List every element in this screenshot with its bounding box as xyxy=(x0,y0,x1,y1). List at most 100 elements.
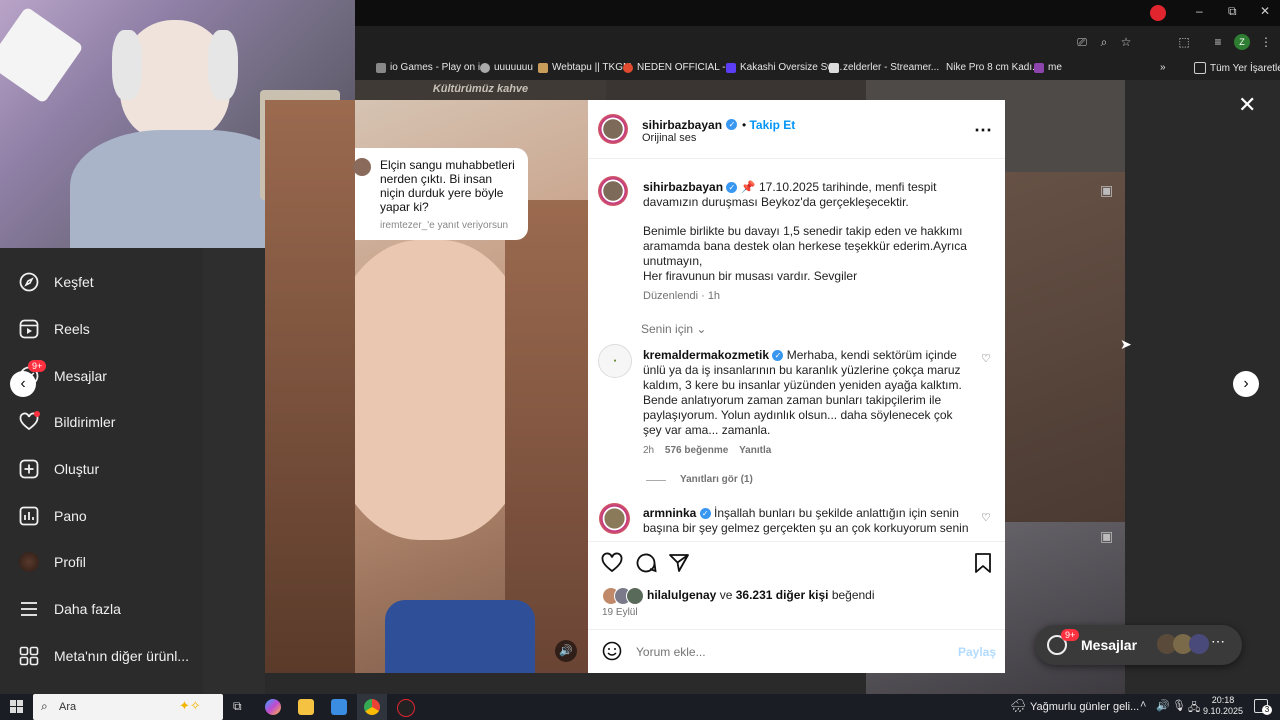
caption-avatar[interactable] xyxy=(598,176,628,206)
comment-icon[interactable] xyxy=(635,552,657,579)
likes-count[interactable]: 36.231 diğer kişi xyxy=(736,588,829,602)
comment-text: armninka ✓ İnşallah bunları bu şekilde a… xyxy=(643,506,973,542)
profile-avatar[interactable]: Z xyxy=(1234,34,1250,50)
comment-author[interactable]: kremaldermakozmetik xyxy=(643,348,769,362)
bookmark-item[interactable]: io Games - Play on i... xyxy=(376,62,488,73)
save-icon[interactable] xyxy=(973,552,993,579)
sidebar-item-notifications[interactable]: Bildirimler xyxy=(18,411,115,433)
mute-icon[interactable]: 🔊 xyxy=(555,640,577,662)
divider xyxy=(588,629,1005,630)
microphone xyxy=(0,6,84,104)
prev-post-button[interactable]: ‹ xyxy=(10,371,36,397)
sidebar-item-label: Bildirimler xyxy=(54,414,116,430)
bookmark-item[interactable]: Webtapu || TKGM xyxy=(538,62,631,73)
comment-author[interactable]: armninka xyxy=(643,506,696,520)
reels-icon xyxy=(18,318,40,340)
post-comment-button[interactable]: Paylaş xyxy=(958,645,996,659)
verified-icon: ✓ xyxy=(726,119,738,131)
likes-and: ve xyxy=(719,588,733,602)
copilot-icon[interactable] xyxy=(265,699,281,715)
folder-icon xyxy=(1194,62,1206,74)
clock[interactable]: 20:18 9.10.2025 xyxy=(1202,695,1244,717)
minimize-icon[interactable]: – xyxy=(1196,4,1203,18)
likes-user[interactable]: hilalulgenay xyxy=(647,588,716,602)
extensions-icon[interactable]: ⬚ xyxy=(1176,34,1192,50)
bookmark-favicon-icon xyxy=(376,62,386,73)
avatar-icon xyxy=(18,551,40,573)
network-icon[interactable]: 🖧 xyxy=(1188,699,1200,718)
tray-chevron-icon[interactable]: ˄ xyxy=(1140,699,1146,711)
bookmark-label: Kakashi Oversize Sw... xyxy=(740,62,843,73)
messages-avatar xyxy=(1189,634,1209,654)
bookmark-item[interactable]: Kakashi Oversize Sw... xyxy=(726,62,842,73)
sidebar-item-more[interactable]: Daha fazla xyxy=(18,598,121,620)
opera-gx-icon[interactable] xyxy=(397,699,415,717)
weather-icon: 🌧 xyxy=(1010,698,1027,713)
follow-button[interactable]: Takip Et xyxy=(749,118,795,132)
sidebar-item-explore[interactable]: Keşfet xyxy=(18,271,94,293)
author-avatar[interactable] xyxy=(598,114,628,144)
emoji-icon[interactable] xyxy=(602,641,622,666)
windows-start-icon[interactable] xyxy=(10,700,23,713)
bookmark-item[interactable]: Nike Pro 8 cm Kadı... xyxy=(946,62,1040,73)
view-replies-button[interactable]: Yanıtları gör (1) xyxy=(680,474,753,485)
comment-like-icon[interactable]: ♡ xyxy=(981,511,991,524)
share-icon[interactable] xyxy=(668,552,690,579)
bookmark-item[interactable]: NEDEN OFFICIAL -... xyxy=(623,62,734,73)
messages-float-button[interactable]: 9+ Mesajlar ⋯ xyxy=(1035,625,1242,665)
chrome-taskbar-button[interactable] xyxy=(357,694,387,720)
zoom-icon[interactable]: ⌕ xyxy=(1096,34,1112,50)
taskbar-search[interactable]: ⌕ Ara ✦✧ xyxy=(33,694,223,720)
divider xyxy=(588,541,1005,542)
headphone-right xyxy=(208,30,238,100)
bookmark-item[interactable]: zelderler - Streamer... xyxy=(829,62,939,73)
browser-menu-icon[interactable]: ⋮ xyxy=(1258,34,1274,50)
notification-center-icon[interactable]: 3 xyxy=(1254,699,1272,715)
close-icon[interactable]: ✕ xyxy=(1238,92,1256,118)
comment-likes[interactable]: 576 beğenme xyxy=(665,445,728,456)
close-window-icon[interactable]: ✕ xyxy=(1260,4,1270,18)
sidebar-item-profile[interactable]: Profil xyxy=(18,551,86,573)
cast-icon[interactable]: ⎚ xyxy=(1074,34,1090,50)
audio-label[interactable]: Orijinal ses xyxy=(642,132,696,144)
store-icon[interactable] xyxy=(331,699,347,715)
restore-icon[interactable]: ⧉ xyxy=(1228,4,1237,19)
sidebar-item-dashboard[interactable]: Pano xyxy=(18,505,87,527)
sparkle-icon: ✦✧ xyxy=(179,698,201,713)
messages-badge: 9+ xyxy=(1061,629,1080,641)
bookmark-item[interactable]: uuuuuuu xyxy=(480,62,533,73)
sidebar-item-reels[interactable]: Reels xyxy=(18,318,90,340)
chevron-right-icon: › xyxy=(1243,375,1249,392)
comment-like-icon[interactable]: ♡ xyxy=(981,352,991,365)
sidebar-item-meta-apps[interactable]: Meta'nın diğer ürünl... xyxy=(18,645,189,667)
more-bookmarks-icon[interactable]: » xyxy=(1160,62,1166,73)
headphone-left xyxy=(112,30,142,100)
more-icon: ⋯ xyxy=(1211,633,1225,649)
microphone-icon[interactable]: 🎙 xyxy=(1172,699,1186,712)
comment-avatar[interactable]: ● xyxy=(598,344,632,378)
sidebar-item-create[interactable]: Oluştur xyxy=(18,458,99,480)
bookmark-star-icon[interactable]: ☆ xyxy=(1118,34,1134,50)
all-bookmarks[interactable]: Tüm Yer İşaretleri xyxy=(1194,62,1280,74)
video-face xyxy=(325,240,535,540)
notification-dot xyxy=(34,411,40,417)
comment-avatar[interactable] xyxy=(599,503,630,534)
like-icon[interactable] xyxy=(601,552,623,579)
task-view-icon[interactable]: ⧉ xyxy=(233,699,242,714)
volume-icon[interactable]: 🔊 xyxy=(1156,699,1170,712)
next-post-button[interactable]: › xyxy=(1233,371,1259,397)
more-options-icon[interactable]: ⋯ xyxy=(974,120,993,141)
weather-text[interactable]: Yağmurlu günler geli... xyxy=(1030,701,1139,713)
tab-search-icon[interactable]: ≡ xyxy=(1210,34,1226,50)
reply-button[interactable]: Yanıtla xyxy=(739,445,771,456)
mouse-cursor-icon: ➤ xyxy=(1120,336,1132,352)
comment-input[interactable] xyxy=(634,642,938,662)
sidebar-spacer xyxy=(203,248,265,694)
caption-author[interactable]: sihirbazbayan xyxy=(643,180,723,194)
file-explorer-icon[interactable] xyxy=(298,699,314,715)
bookmark-item[interactable]: me xyxy=(1034,62,1062,73)
author-name[interactable]: sihirbazbayan xyxy=(642,118,722,132)
sort-dropdown[interactable]: Senin için ⌄ xyxy=(641,322,706,336)
messages-badge: 9+ xyxy=(28,360,47,372)
reel-badge-icon: ▣ xyxy=(1100,528,1114,544)
